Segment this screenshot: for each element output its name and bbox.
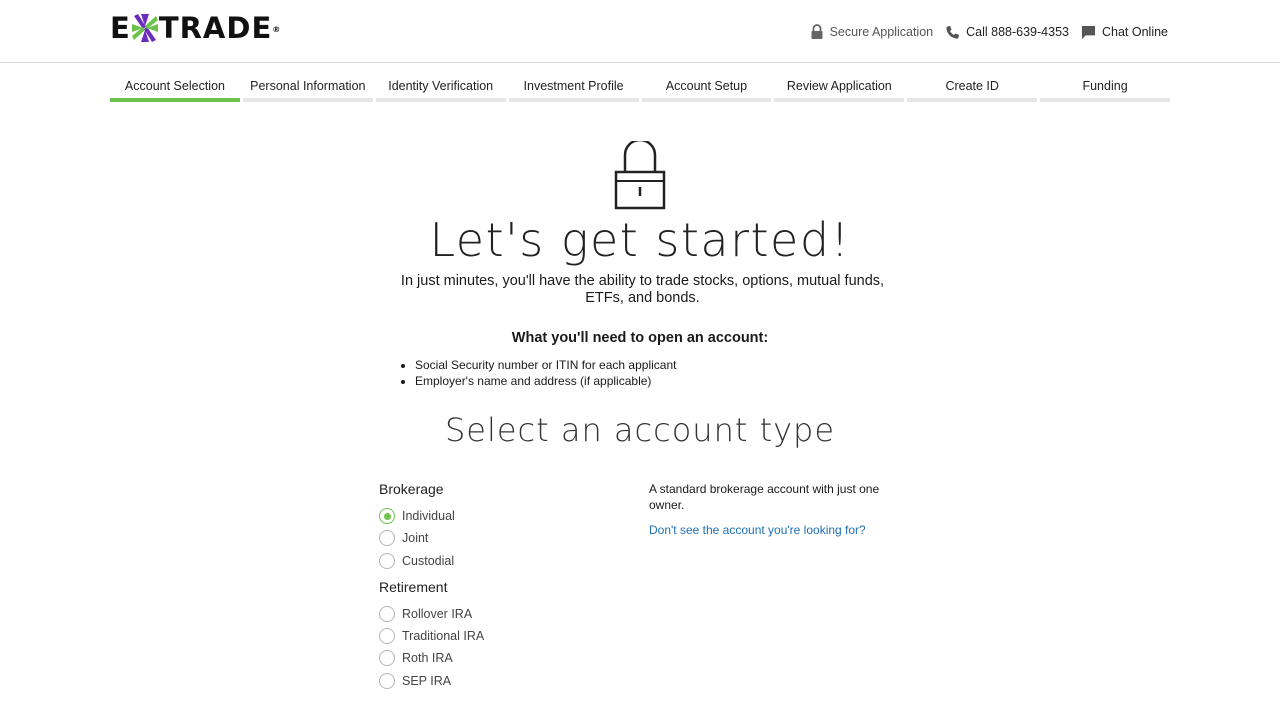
radio-button[interactable] (379, 508, 395, 524)
step-label: Personal Information (250, 79, 366, 93)
logo-star-icon (131, 14, 158, 42)
etrade-logo[interactable]: E TRADE® (110, 14, 281, 43)
step-funding: Funding (1040, 78, 1170, 102)
radio-individual[interactable]: Individual (379, 507, 455, 525)
radio-rollover-ira[interactable]: Rollover IRA (379, 605, 472, 623)
retirement-heading: Retirement (379, 579, 448, 595)
call-link[interactable]: Call 888-639-4353 (945, 25, 1069, 40)
chat-online-label: Chat Online (1101, 25, 1168, 39)
step-label: Investment Profile (523, 79, 624, 93)
radio-custodial[interactable]: Custodial (379, 552, 454, 570)
radio-traditional-ira[interactable]: Traditional IRA (379, 627, 484, 645)
radio-label: Individual (402, 509, 455, 523)
step-label: Account Setup (665, 79, 748, 93)
lock-icon (614, 141, 666, 210)
step-label: Account Selection (124, 79, 225, 93)
progress-steps: Account Selection Personal Information I… (110, 78, 1170, 102)
intro-text: In just minutes, you'll have the ability… (400, 273, 885, 306)
requirements-heading: What you'll need to open an account: (511, 330, 769, 346)
phone-icon (946, 25, 960, 39)
step-review-application: Review Application (774, 78, 905, 102)
call-label: Call 888-639-4353 (966, 25, 1069, 39)
list-item: Social Security number or ITIN for each … (415, 357, 676, 373)
step-progress-bar (774, 98, 905, 102)
step-label: Create ID (945, 79, 999, 93)
step-investment-profile: Investment Profile (508, 78, 639, 102)
step-label: Funding (1082, 79, 1128, 93)
account-type-heading: Select an account type (444, 411, 836, 449)
chat-icon (1081, 25, 1096, 39)
step-account-selection: Account Selection (110, 78, 240, 102)
radio-button[interactable] (379, 530, 395, 546)
radio-label: Rollover IRA (402, 607, 473, 621)
step-progress-bar (375, 98, 506, 102)
radio-button[interactable] (379, 553, 395, 569)
radio-button[interactable] (379, 650, 395, 666)
step-label: Review Application (786, 79, 892, 93)
radio-label: Traditional IRA (402, 629, 485, 643)
account-description: A standard brokerage account with just o… (649, 482, 880, 512)
step-account-setup: Account Setup (641, 78, 772, 102)
step-create-id: Create ID (907, 78, 1038, 102)
secure-application: Secure Application (810, 24, 934, 40)
step-progress-bar (1040, 98, 1170, 102)
account-help-link[interactable]: Don't see the account you're looking for… (649, 523, 866, 537)
step-progress-bar (508, 98, 639, 102)
secure-application-label: Secure Application (829, 25, 934, 39)
list-item: Employer's name and address (if applicab… (415, 373, 676, 389)
chat-online-link[interactable]: Chat Online (1081, 25, 1168, 40)
step-progress-bar (641, 98, 772, 102)
page-title: Let's get started! (429, 213, 851, 267)
brokerage-heading: Brokerage (379, 481, 444, 497)
radio-label: SEP IRA (402, 674, 452, 688)
step-progress-bar (242, 98, 373, 102)
radio-sep-ira[interactable]: SEP IRA (379, 672, 451, 690)
requirements-list: Social Security number or ITIN for each … (415, 357, 676, 389)
radio-label: Joint (402, 531, 429, 545)
radio-joint[interactable]: Joint (379, 529, 428, 547)
radio-label: Custodial (402, 554, 455, 568)
radio-label: Roth IRA (402, 651, 453, 665)
radio-button[interactable] (379, 606, 395, 622)
step-personal-information: Personal Information (242, 78, 373, 102)
step-progress-bar (110, 98, 240, 102)
padlock-icon (811, 24, 823, 39)
radio-button[interactable] (379, 628, 395, 644)
radio-roth-ira[interactable]: Roth IRA (379, 649, 453, 667)
site-header: E TRADE® Secure Application Call 888-639… (0, 0, 1280, 63)
header-links: Secure Application Call 888-639-4353 Cha… (810, 24, 1168, 40)
step-progress-bar (907, 98, 1038, 102)
radio-button[interactable] (379, 673, 395, 689)
step-label: Identity Verification (388, 79, 494, 93)
step-identity-verification: Identity Verification (375, 78, 506, 102)
